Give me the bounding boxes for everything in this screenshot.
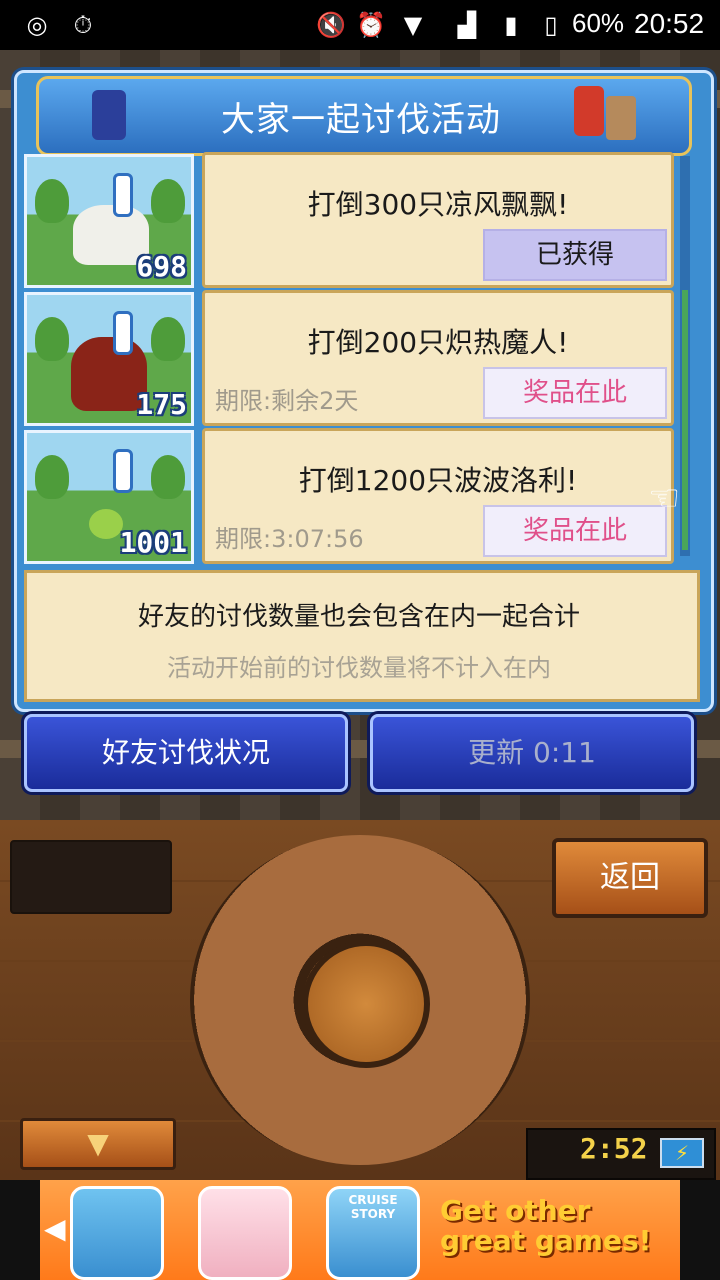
deadline-text: 期限:剩余2天 bbox=[215, 387, 359, 415]
mute-icon: 🔇 bbox=[316, 11, 346, 39]
alert-icon bbox=[113, 311, 133, 355]
alert-icon bbox=[113, 173, 133, 217]
refresh-button[interactable]: 更新 0:11 bbox=[370, 714, 694, 792]
ad-game-title: CRUISE STORY bbox=[348, 1193, 398, 1221]
timer-icon: ⏱ bbox=[73, 11, 93, 39]
dpad-center-button[interactable] bbox=[302, 940, 430, 1068]
kill-count: 1001 bbox=[119, 526, 187, 559]
prize-button[interactable]: 奖品在此 bbox=[483, 505, 667, 557]
prize-button[interactable]: 奖品在此 bbox=[483, 367, 667, 419]
monster-thumbnail: 698 bbox=[24, 154, 194, 288]
battery-icon: ▯ bbox=[544, 11, 558, 39]
menu-down-button[interactable]: ▼ bbox=[20, 1118, 176, 1170]
console-screen-slot bbox=[10, 840, 172, 914]
quest-text: 打倒300只凉风飘飘! bbox=[307, 188, 569, 221]
chevron-left-icon[interactable]: ◀ bbox=[44, 1212, 66, 1245]
notice-text: 好友的讨伐数量也会包含在内一起合计 bbox=[137, 602, 580, 632]
scrollbar-thumb[interactable] bbox=[682, 290, 688, 550]
quest-card: 打倒1200只波波洛利! 期限:3:07:56 奖品在此 bbox=[202, 428, 674, 564]
wifi-icon: ▼ bbox=[403, 11, 423, 39]
merchant-sprite-icon bbox=[606, 96, 636, 140]
clock: 20:52 bbox=[634, 8, 705, 39]
status-bar: ◎ ⏱ 🔇 ⏰ ▼ ▟ ▮ ▯ 60% 20:52 bbox=[0, 0, 720, 50]
game-clock: 2:52 bbox=[580, 1132, 648, 1165]
pointing-hand-icon: ☜ bbox=[648, 478, 681, 519]
ad-game-icon[interactable]: CRUISE STORY bbox=[326, 1186, 420, 1280]
knight-sprite-icon bbox=[574, 86, 604, 136]
shield-icon: ◎ bbox=[26, 11, 48, 39]
quest-text: 打倒1200只波波洛利! bbox=[298, 464, 578, 497]
friend-status-button[interactable]: 好友讨伐状况 bbox=[24, 714, 348, 792]
obtained-button[interactable]: 已获得 bbox=[483, 229, 667, 281]
monster-thumbnail: 175 bbox=[24, 292, 194, 426]
ad-title[interactable]: Get other great games! bbox=[440, 1196, 672, 1256]
triangle-down-icon: ▼ bbox=[87, 1127, 109, 1160]
lightning-battery-icon: ⚡ bbox=[660, 1138, 704, 1168]
signal-icon: ▟ bbox=[457, 11, 477, 39]
notice-subtext: 活动开始前的讨伐数量将不计入在内 bbox=[167, 654, 551, 682]
ad-game-icon[interactable] bbox=[70, 1186, 164, 1280]
deadline-text: 期限:3:07:56 bbox=[215, 525, 364, 553]
wizard-sprite-icon bbox=[92, 90, 126, 140]
quest-text: 打倒200只炽热魔人! bbox=[307, 326, 569, 359]
battery-percent: 60% bbox=[572, 8, 625, 38]
alarm-icon: ⏰ bbox=[356, 11, 386, 39]
alert-icon bbox=[113, 449, 133, 493]
slime-monster-icon bbox=[89, 509, 123, 539]
ad-game-icon[interactable] bbox=[198, 1186, 292, 1280]
quest-card: 打倒300只凉风飘飘! 已获得 bbox=[202, 152, 674, 288]
kill-count: 175 bbox=[136, 388, 187, 421]
back-button[interactable]: 返回 bbox=[552, 838, 708, 918]
monster-thumbnail: 1001 bbox=[24, 430, 194, 564]
sim-icon: ▮ bbox=[504, 11, 518, 39]
quest-card: 打倒200只炽热魔人! 期限:剩余2天 奖品在此 bbox=[202, 290, 674, 426]
kill-count: 698 bbox=[136, 250, 187, 283]
